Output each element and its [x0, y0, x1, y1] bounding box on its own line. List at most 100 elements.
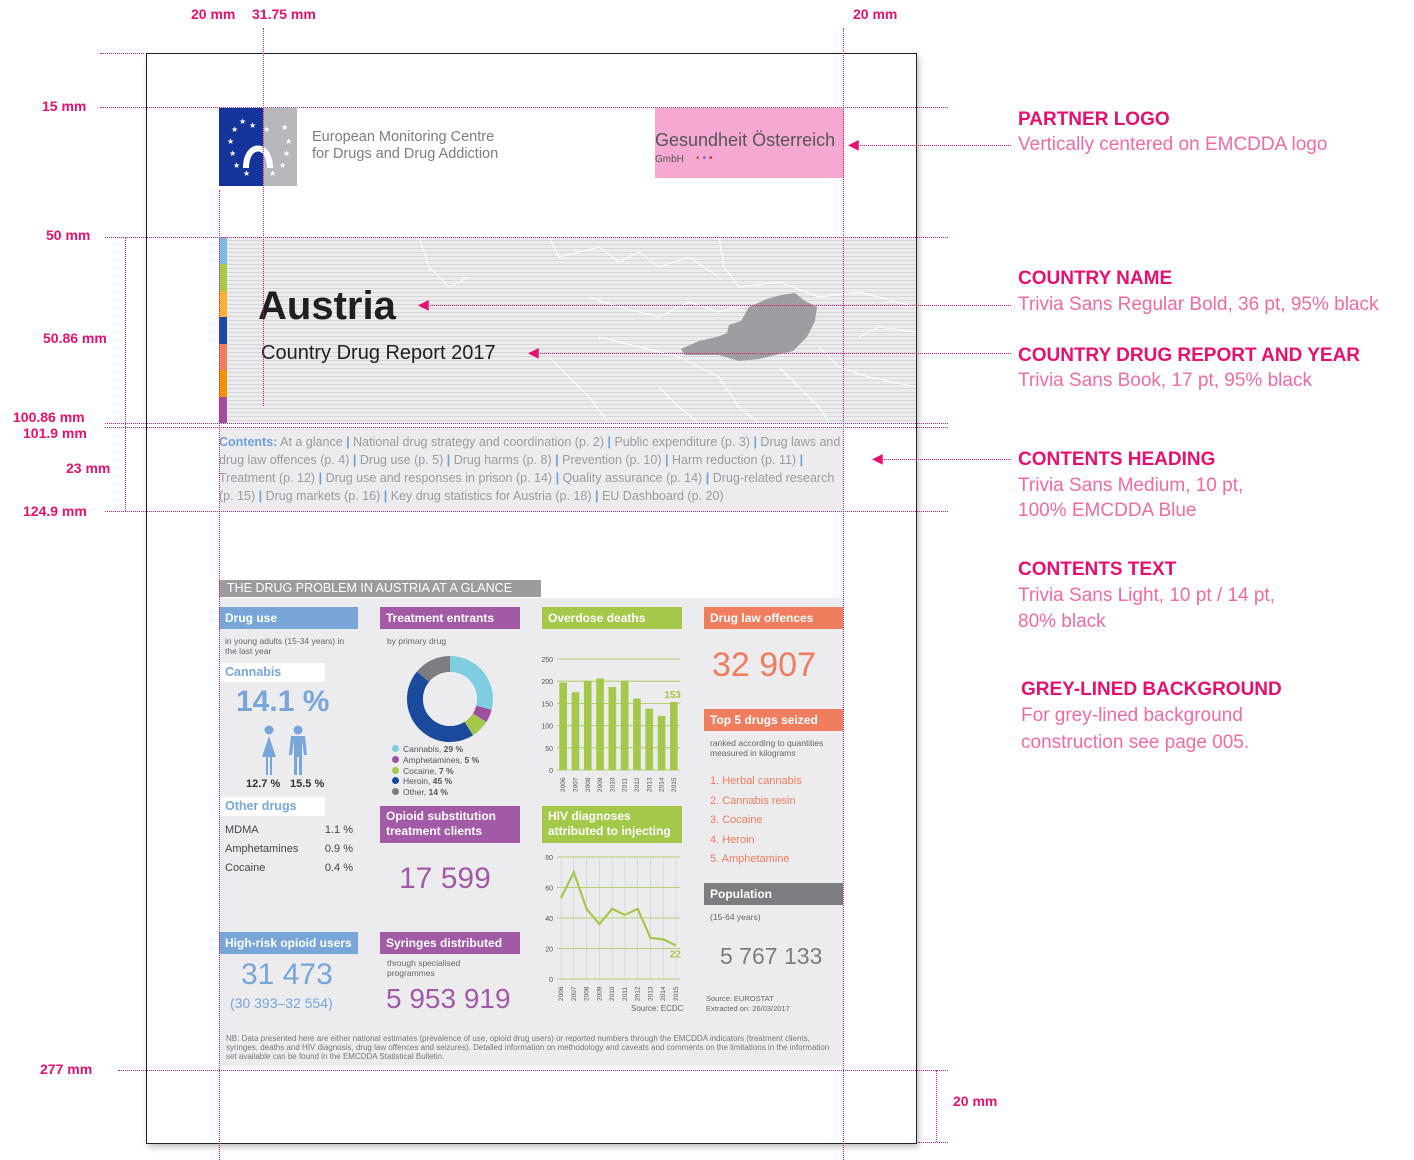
y-tick-label: 150: [541, 701, 553, 708]
x-tick-label: 2011: [622, 778, 629, 792]
annotation-heading: GREY-LINED BACKGROUND: [1021, 679, 1282, 700]
dim-1019mm: 101.9 mm: [23, 425, 87, 441]
male-value: 15.5 %: [290, 778, 325, 790]
x-tick-label: 2006: [558, 986, 565, 1001]
hiv-source: Source: ECDC: [631, 1004, 684, 1013]
annotation-text: Trivia Sans Regular Bold, 36 pt, 95% bla…: [1018, 294, 1379, 315]
annotation-text: Vertically centered on EMCDDA logo: [1018, 134, 1328, 155]
hro-range: (30 393–32 554): [230, 995, 333, 1011]
x-tick-label: 2009: [597, 777, 604, 792]
dim-bottom-right: 20 mm: [953, 1093, 998, 1109]
emcdda-emblem-icon: ★ ★★ ★★★ ★★ ★ ★★★ ★: [227, 117, 292, 178]
hro-header: High-risk opioid users: [219, 932, 358, 954]
bar: [620, 680, 629, 770]
x-tick-label: 2015: [671, 777, 678, 792]
syringes-sub: through specialised programmes: [387, 958, 461, 978]
list-item: 5. Amphetamine: [710, 853, 790, 865]
guide-right-margin: [843, 28, 844, 1160]
x-tick-label: 2007: [572, 777, 579, 792]
list-item: 4. Heroin: [710, 833, 755, 846]
cannabis-value: 14.1 %: [236, 685, 330, 718]
dim-5086mm: 50.86 mm: [43, 330, 107, 346]
x-tick-label: 2012: [634, 777, 641, 792]
y-tick-label: 80: [545, 855, 553, 862]
hro-value: 31 473: [241, 958, 333, 991]
x-tick-label: 2014: [659, 777, 666, 792]
annotation-heading: CONTENTS HEADING: [1018, 449, 1216, 470]
arrow-icon: ◀: [848, 136, 859, 152]
treatment-donut-chart: [407, 656, 493, 742]
x-tick-label: 2010: [609, 777, 616, 792]
color-stripe-2: [219, 264, 227, 291]
offences-value: 32 907: [712, 646, 816, 684]
annotation-heading: COUNTRY NAME: [1018, 268, 1173, 289]
x-tick-label: 2010: [609, 986, 616, 1001]
partner-sub: GmbH: [655, 154, 684, 165]
annotation-heading: CONTENTS TEXT: [1018, 559, 1177, 580]
contents-item[interactable]: Harm reduction (p. 11): [672, 453, 796, 467]
contents-item[interactable]: Drug use and responses in prison (p. 14): [326, 471, 553, 485]
contents-item[interactable]: National drug strategy and coordination …: [353, 435, 604, 449]
data-label: 22: [670, 949, 682, 960]
svg-text:★: ★: [283, 149, 290, 158]
guide-grid-line: [263, 28, 264, 406]
svg-text:★: ★: [279, 161, 286, 170]
contents-item[interactable]: Prevention (p. 10): [562, 453, 661, 467]
x-tick-label: 2011: [622, 987, 629, 1001]
partner-dots: •••: [696, 153, 716, 164]
x-tick-label: 2008: [584, 986, 591, 1001]
legend-item: Amphetamines, 5 %: [392, 755, 479, 766]
guide-bracket: [125, 237, 126, 511]
contents-item[interactable]: At a glance: [280, 435, 343, 449]
x-tick-label: 2007: [571, 986, 578, 1001]
x-tick-label: 2013: [646, 777, 653, 792]
offences-header: Drug law offences: [704, 607, 843, 629]
y-tick-label: 20: [545, 947, 553, 954]
europe-map-outline: [418, 237, 916, 423]
bar: [596, 678, 604, 770]
population-header: Population: [704, 883, 843, 905]
guide-top-edge: [100, 53, 144, 54]
contents-item[interactable]: EU Dashboard (p. 20): [602, 489, 724, 503]
bar: [670, 702, 678, 770]
contents-item[interactable]: Key drug statistics for Austria (p. 18): [391, 489, 592, 503]
bar: [583, 680, 592, 770]
grey-lined-band: [219, 237, 916, 423]
bar: [571, 692, 580, 770]
other-drugs-list: MDMA 1.1 % Amphetamines 0.9 % Cocaine 0.4 %: [225, 824, 353, 881]
dim-23mm: 23 mm: [66, 460, 111, 476]
contents-item[interactable]: Quality assurance (p. 14): [563, 471, 703, 485]
dim-top-left-grid: 31.75 mm: [252, 6, 316, 22]
contents-item[interactable]: Drug markets (p. 16): [266, 489, 381, 503]
y-tick-label: 60: [545, 886, 553, 893]
hiv-line-chart: 80 60 40 20 0 2006 2007 2008 2009 2010 2011 2012 201…: [545, 855, 682, 1001]
partner-name: Gesundheit Österreich: [655, 130, 836, 150]
data-label: 153: [664, 690, 681, 701]
x-tick-label: 2015: [673, 986, 680, 1001]
svg-text:★: ★: [263, 125, 270, 134]
pointer-partner: [858, 145, 1011, 146]
contents-item[interactable]: Drug harms (p. 8): [454, 453, 552, 467]
color-stripe-6: [219, 370, 227, 397]
top5-sub: ranked according to quantities measured …: [710, 738, 824, 758]
svg-text:★: ★: [229, 149, 236, 158]
contents-item[interactable]: Public expenditure (p. 3): [614, 435, 750, 449]
list-item: 2. Cannabis resin: [710, 794, 796, 807]
emcdda-name-line2: for Drugs and Drug Addiction: [312, 146, 499, 162]
annotation-text: Trivia Sans Book, 17 pt, 95% black: [1018, 370, 1312, 391]
contents-item[interactable]: Treatment (p. 12): [219, 471, 315, 485]
bar: [559, 682, 567, 770]
dim-1249mm: 124.9 mm: [23, 503, 87, 519]
dim-50mm: 50 mm: [46, 227, 91, 243]
arrow-icon: ◀: [418, 296, 429, 312]
country-name: Austria: [258, 284, 396, 328]
emcdda-name: European Monitoring Centre for Drugs and…: [312, 129, 498, 163]
legend-item: Heroin, 45 %: [392, 776, 479, 787]
series-line: [560, 869, 677, 947]
annotation-text: 100% EMCDDA Blue: [1018, 500, 1197, 521]
contents-item[interactable]: Drug use (p. 5): [360, 453, 443, 467]
syringes-value: 5 953 919: [386, 983, 511, 1014]
svg-text:★: ★: [227, 137, 234, 146]
austria-shape: [681, 293, 817, 361]
footnote: NB: Data presented here are either natio…: [226, 1034, 830, 1061]
